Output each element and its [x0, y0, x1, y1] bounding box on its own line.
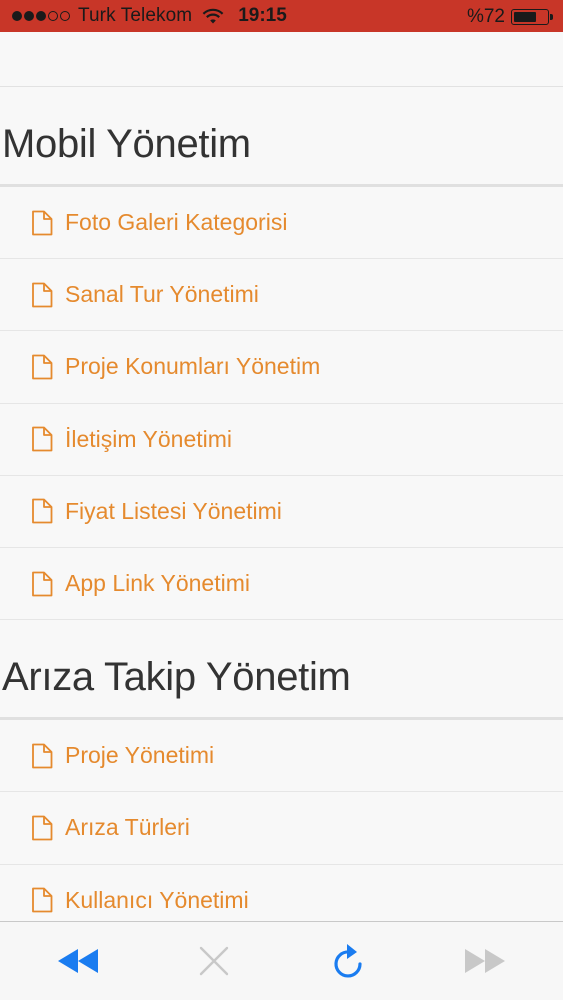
top-spacer — [0, 32, 563, 87]
menu-item[interactable]: Sanal Tur Yönetimi — [0, 259, 563, 332]
browser-toolbar — [0, 921, 563, 1000]
status-bar: Turk Telekom 19:15 %72 — [0, 0, 563, 32]
clock: 19:15 — [238, 5, 287, 26]
back-button[interactable] — [48, 931, 108, 991]
menu-item-label: Proje Yönetimi — [65, 742, 215, 769]
menu-item-label: Fiyat Listesi Yönetimi — [65, 497, 282, 524]
document-icon — [31, 210, 53, 236]
menu-item[interactable]: Arıza Türleri — [0, 792, 563, 865]
menu-item-label: Proje Konumları Yönetim — [65, 353, 321, 380]
forward-button[interactable] — [455, 931, 515, 991]
document-icon — [31, 282, 53, 308]
signal-strength-icon — [12, 11, 70, 21]
menu-item[interactable]: App Link Yönetimi — [0, 548, 563, 621]
refresh-icon — [334, 944, 362, 978]
menu-content[interactable]: Mobil Yönetim Foto Galeri Kategorisi Sanal… — [0, 32, 563, 921]
menu-item-label: İletişim Yönetimi — [65, 425, 233, 452]
wifi-icon — [202, 8, 224, 25]
menu-item-label: Foto Galeri Kategorisi — [65, 209, 288, 236]
menu-item-label: Arıza Türleri — [65, 814, 190, 841]
document-icon — [31, 426, 53, 452]
section-title: Mobil Yönetim — [0, 87, 563, 187]
document-icon — [31, 815, 53, 841]
menu-item-label: Kullanıcı Yönetimi — [65, 886, 249, 913]
menu-item-label: Sanal Tur Yönetimi — [65, 281, 259, 308]
document-icon — [31, 887, 53, 913]
battery-percentage: %72 — [466, 6, 505, 27]
carrier-name: Turk Telekom — [78, 5, 193, 26]
menu-item[interactable]: Proje Yönetimi — [0, 720, 563, 793]
fast-forward-icon — [465, 949, 506, 973]
reload-button[interactable] — [319, 931, 379, 991]
document-icon — [31, 571, 53, 597]
document-icon — [31, 498, 53, 524]
close-icon — [199, 946, 228, 976]
menu-item[interactable]: Proje Konumları Yönetim — [0, 331, 563, 404]
section-title: Arıza Takip Yönetim — [0, 620, 563, 721]
menu-item-label: App Link Yönetimi — [65, 570, 250, 597]
menu-item[interactable]: Foto Galeri Kategorisi — [0, 187, 563, 260]
document-icon — [31, 743, 53, 769]
menu-item[interactable]: Fiyat Listesi Yönetimi — [0, 476, 563, 548]
menu-item[interactable]: Kullanıcı Yönetimi — [0, 865, 563, 922]
rewind-icon — [57, 949, 98, 973]
stop-button[interactable] — [184, 931, 244, 991]
battery-icon — [511, 9, 553, 25]
document-icon — [31, 354, 53, 380]
menu-item[interactable]: İletişim Yönetimi — [0, 404, 563, 476]
